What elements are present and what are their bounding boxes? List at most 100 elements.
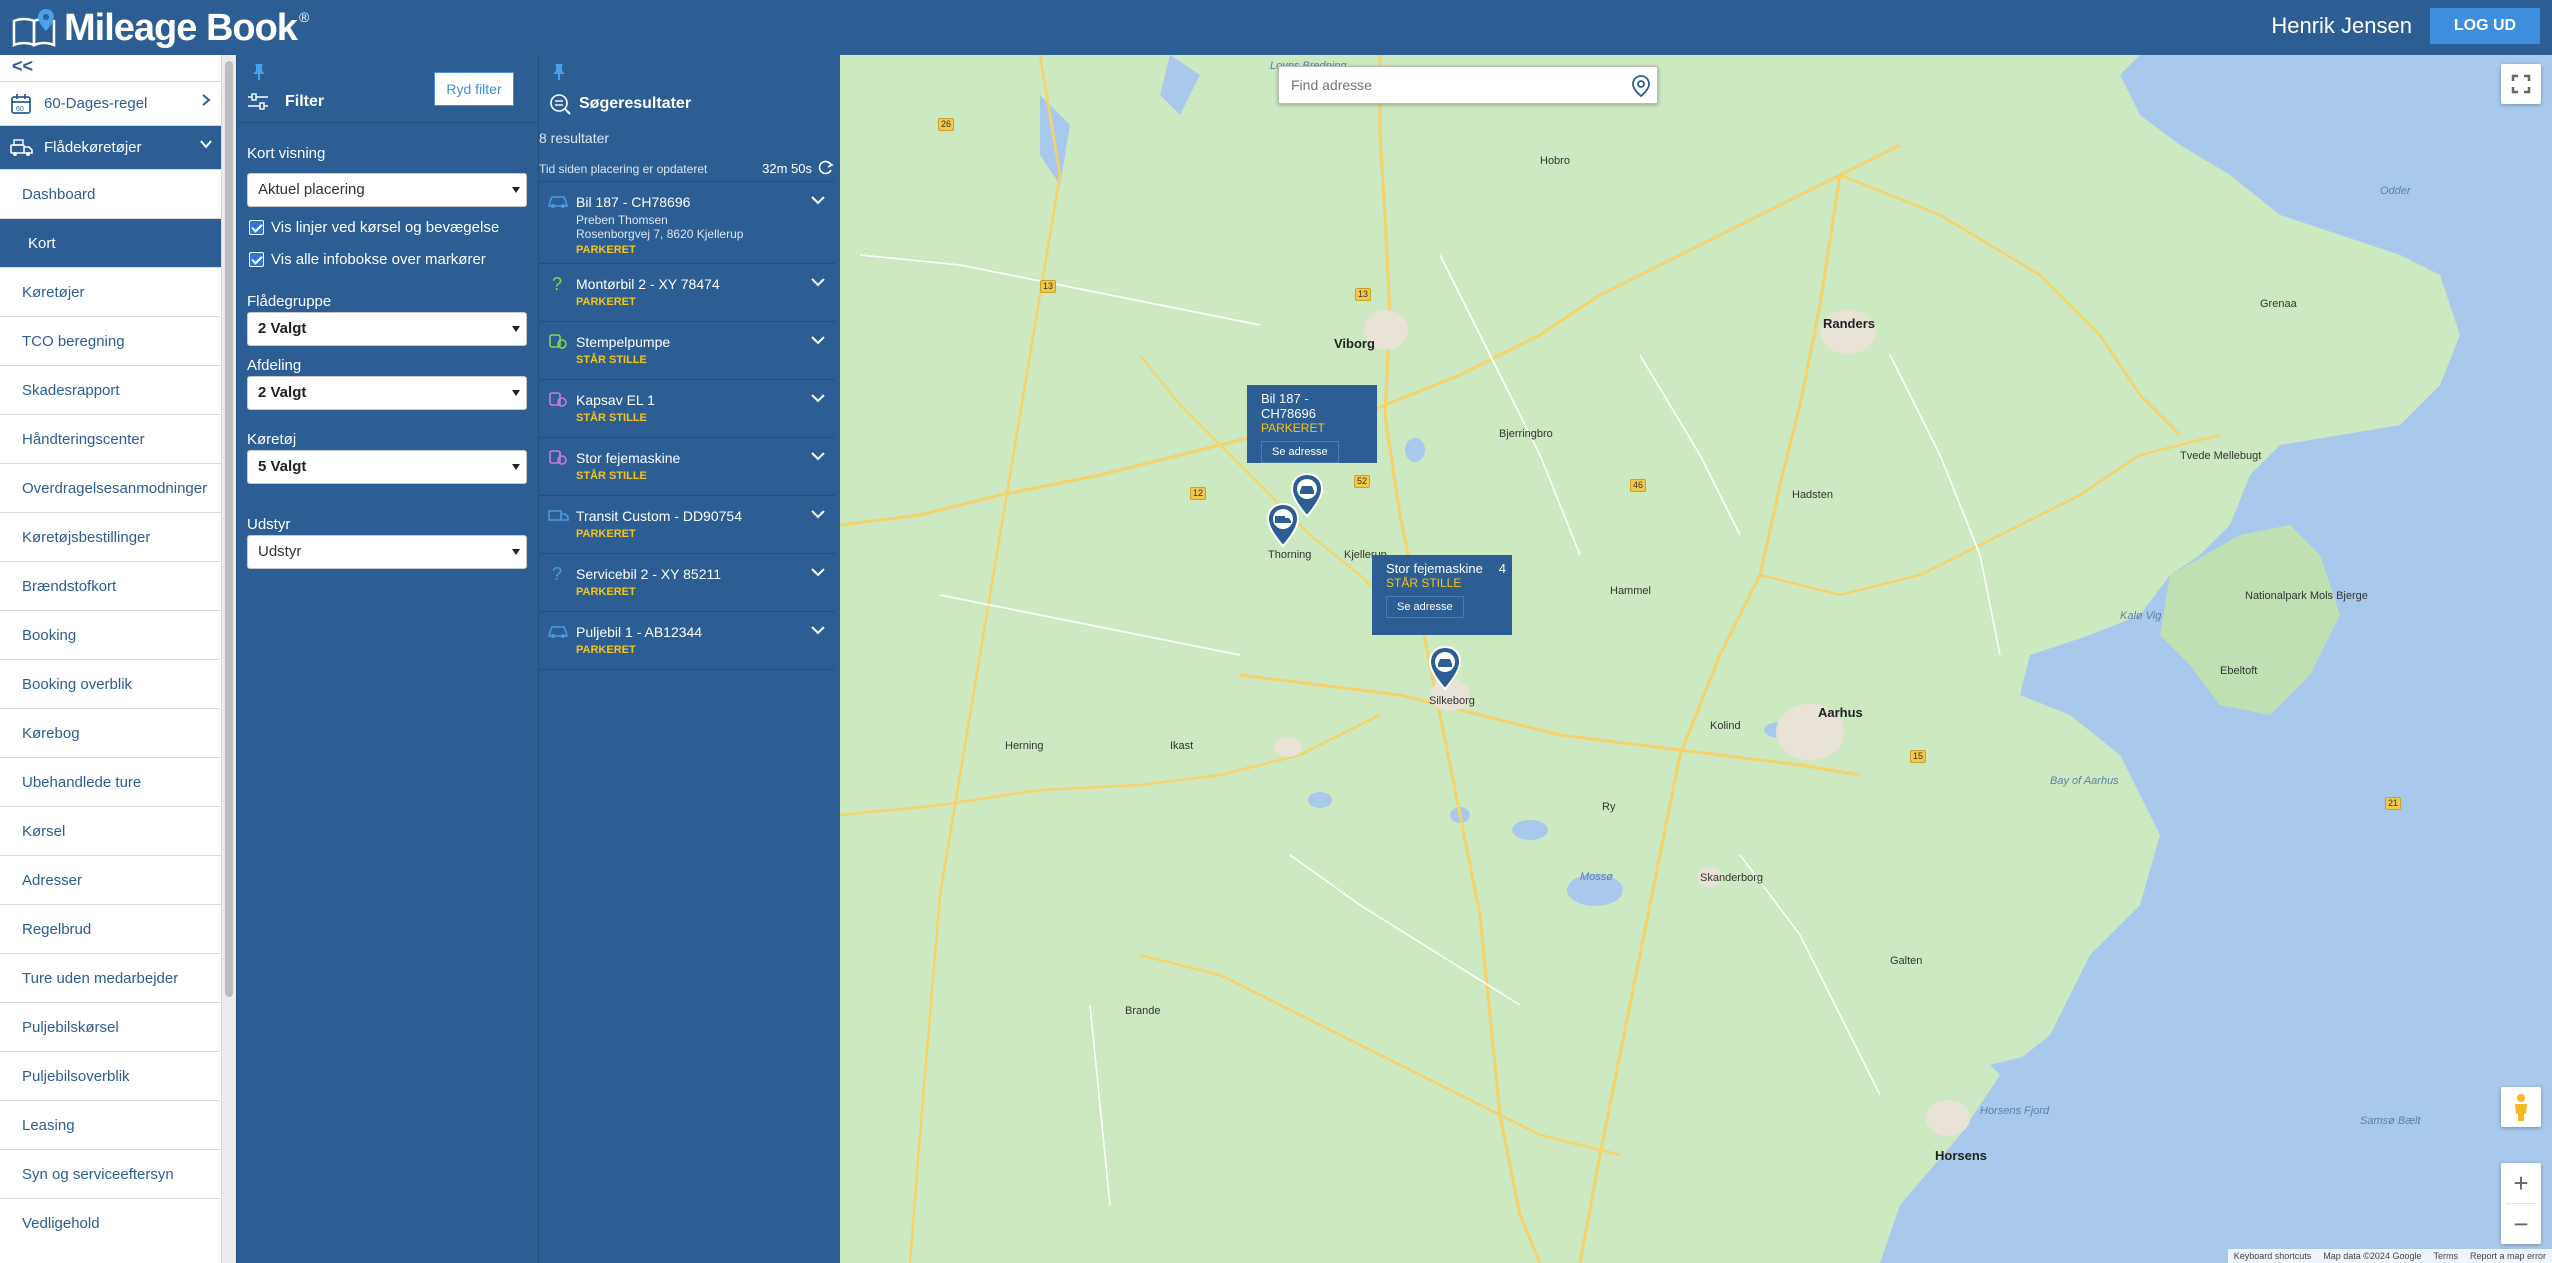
map-place-label: Hammel <box>1610 585 1651 597</box>
vehicle-select[interactable]: 5 Valgt <box>247 450 527 484</box>
sidebar-item-koersel[interactable]: Kørsel <box>0 806 221 855</box>
address-search-input[interactable] <box>1279 67 1609 103</box>
sidebar-item-overdragelsesanmodninger[interactable]: Overdragelsesanmodninger <box>0 463 221 512</box>
refresh-icon[interactable] <box>817 159 834 176</box>
pin-icon[interactable] <box>251 63 267 81</box>
fleet-group-select[interactable]: 2 Valgt <box>247 312 527 346</box>
road-number: 13 <box>1040 280 1057 293</box>
sidebar-item-skadesrapport[interactable]: Skadesrapport <box>0 365 221 414</box>
sidebar-item-ubehandlede-ture[interactable]: Ubehandlede ture <box>0 757 221 806</box>
chevron-down-icon[interactable] <box>811 567 825 577</box>
result-item[interactable]: Kapsav EL 1 STÅR STILLE <box>539 380 835 438</box>
see-address-button[interactable]: Se adresse <box>1386 596 1464 618</box>
sidebar-item-regelbrud[interactable]: Regelbrud <box>0 904 221 953</box>
result-item[interactable]: Bil 187 - CH78696 Preben Thomsen Rosenbo… <box>539 181 835 264</box>
result-status: PARKERET <box>576 244 636 256</box>
sidebar-item-koeretoejsbestillinger[interactable]: Køretøjsbestillinger <box>0 512 221 561</box>
clear-filter-button[interactable]: Ryd filter <box>434 72 514 106</box>
result-name: Puljebil 1 - AB12344 <box>576 624 703 640</box>
see-address-button[interactable]: Se adresse <box>1261 441 1339 463</box>
sidebar-item-puljebilsoverblik[interactable]: Puljebilsoverblik <box>0 1051 221 1100</box>
logout-button[interactable]: LOG UD <box>2430 8 2540 44</box>
map-view-select[interactable]: Aktuel placering <box>247 173 527 207</box>
map-place-label: Bjerringbro <box>1499 428 1553 440</box>
sidebar-item-booking[interactable]: Booking <box>0 610 221 659</box>
show-lines-checkbox[interactable]: Vis linjer ved kørsel og bevægelse <box>249 219 499 236</box>
results-title: Søgeresultater <box>549 93 691 115</box>
chevron-down-icon[interactable] <box>811 393 825 403</box>
chevron-down-icon[interactable] <box>811 451 825 461</box>
result-address: Rosenborgvej 7, 8620 Kjellerup <box>576 227 744 241</box>
scrollbar-thumb[interactable] <box>225 61 233 997</box>
chevron-down-icon <box>200 140 212 149</box>
sidebar-group-flaadekoeretoejer[interactable]: Flådekøretøjer <box>0 125 221 169</box>
result-name: Montørbil 2 - XY 78474 <box>576 276 720 292</box>
filter-panel: Filter Ryd filter Kort visning Aktuel pl… <box>236 55 539 1263</box>
map-place-label: Herning <box>1005 740 1044 752</box>
department-select[interactable]: 2 Valgt <box>247 376 527 410</box>
results-count: 8 resultater <box>539 130 610 146</box>
vehicle-infowindow[interactable]: Bil 187 - CH78696 PARKERET Se adresse <box>1247 385 1377 463</box>
chevron-down-icon[interactable] <box>811 335 825 345</box>
keyboard-shortcuts-link[interactable]: Keyboard shortcuts <box>2228 1249 2318 1263</box>
road-number: 12 <box>1190 487 1207 500</box>
car-icon <box>547 626 569 638</box>
show-infoboxes-checkbox[interactable]: Vis alle infobokse over markører <box>249 251 486 268</box>
result-item[interactable]: Transit Custom - DD90754 PARKERET <box>539 496 835 554</box>
zoom-in-button[interactable]: + <box>2501 1163 2541 1203</box>
sidebar-item-haandteringscenter[interactable]: Håndteringscenter <box>0 414 221 463</box>
sidebar-item-ture-uden-medarbejder[interactable]: Ture uden medarbejder <box>0 953 221 1002</box>
equipment-select[interactable]: Udstyr <box>247 535 527 569</box>
sidebar-item-vedligehold[interactable]: Vedligehold <box>0 1198 221 1247</box>
infowindow-name: Bil 187 - CH78696 <box>1261 391 1316 421</box>
sidebar-nav: << 60 60-Dages-regel Flådekøretøjer Dash… <box>0 55 222 1263</box>
terms-link[interactable]: Terms <box>2427 1249 2464 1263</box>
fullscreen-icon <box>2511 74 2531 94</box>
address-search-box[interactable] <box>1278 66 1658 104</box>
map-place-label: Grenaa <box>2260 298 2297 310</box>
map-place-label: Horsens <box>1935 1148 1988 1163</box>
results-title-text: Søgeresultater <box>579 95 692 112</box>
sidebar-item-tco-beregning[interactable]: TCO beregning <box>0 316 221 365</box>
vehicle-marker-icon[interactable] <box>1427 645 1463 691</box>
sidebar-item-booking-overblik[interactable]: Booking overblik <box>0 659 221 708</box>
result-item[interactable]: ? Servicebil 2 - XY 85211 PARKERET <box>539 554 835 612</box>
sidebar-item-leasing[interactable]: Leasing <box>0 1100 221 1149</box>
chevron-down-icon[interactable] <box>811 509 825 519</box>
sidebar-item-adresser[interactable]: Adresser <box>0 855 221 904</box>
result-item[interactable]: Puljebil 1 - AB12344 PARKERET <box>539 612 835 670</box>
collapse-sidebar-button[interactable]: << <box>0 55 221 81</box>
chevron-down-icon[interactable] <box>811 195 825 205</box>
sidebar-item-puljebilskoersel[interactable]: Puljebilskørsel <box>0 1002 221 1051</box>
sidebar-item-koerebog[interactable]: Kørebog <box>0 708 221 757</box>
result-item[interactable]: Stempelpumpe STÅR STILLE <box>539 322 835 380</box>
vehicle-marker-icon[interactable] <box>1265 502 1301 548</box>
chevron-down-icon[interactable] <box>811 277 825 287</box>
map-background[interactable] <box>840 55 2552 1263</box>
fullscreen-button[interactable] <box>2501 64 2541 104</box>
map-water-label: Samsø Bælt <box>2360 1115 2421 1127</box>
zoom-out-button[interactable]: − <box>2501 1204 2541 1244</box>
vehicle-infowindow[interactable]: Stor fejemaskine STÅR STILLE Se adresse … <box>1372 555 1512 635</box>
pin-icon[interactable] <box>551 63 567 81</box>
sidebar-item-koeretoejer[interactable]: Køretøjer <box>0 267 221 316</box>
report-error-link[interactable]: Report a map error <box>2464 1249 2552 1263</box>
sidebar-group-label: 60-Dages-regel <box>44 95 148 112</box>
mileage-book-logo[interactable]: Mileage Book ® <box>12 4 309 52</box>
checkbox-checked-icon[interactable] <box>249 220 264 235</box>
map-place-label: Nationalpark Mols Bjerge <box>2245 590 2368 602</box>
sidebar-item-braendstofkort[interactable]: Brændstofkort <box>0 561 221 610</box>
sidebar-group-60-dages-regel[interactable]: 60 60-Dages-regel <box>0 81 221 125</box>
sweeper-icon <box>549 450 567 465</box>
sidebar-item-dashboard[interactable]: Dashboard <box>0 169 221 218</box>
sidebar-item-syn-og-serviceeftersyn[interactable]: Syn og serviceeftersyn <box>0 1149 221 1198</box>
result-item[interactable]: Stor fejemaskine STÅR STILLE <box>539 438 835 496</box>
chevron-down-icon[interactable] <box>811 625 825 635</box>
sidebar-scrollbar[interactable] <box>222 55 236 1263</box>
street-view-button[interactable] <box>2501 1087 2541 1127</box>
location-pin-icon[interactable] <box>1631 74 1651 98</box>
map-view[interactable]: Viborg Randers Aarhus Silkeborg Thorning… <box>840 55 2552 1263</box>
sidebar-item-kort[interactable]: Kort <box>0 218 221 267</box>
checkbox-checked-icon[interactable] <box>249 252 264 267</box>
result-item[interactable]: ? Montørbil 2 - XY 78474 PARKERET <box>539 264 835 322</box>
